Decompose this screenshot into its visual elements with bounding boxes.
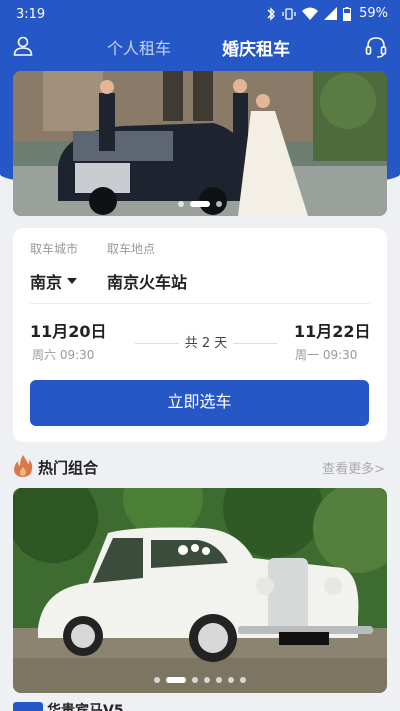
pickup-location-select[interactable]: 南京火车站 — [107, 269, 187, 293]
combo-dot — [216, 677, 222, 683]
signal-icon — [324, 7, 338, 20]
tab-wedding-rental[interactable]: 婚庆租车 — [222, 35, 290, 60]
customer-service-icon[interactable] — [364, 35, 388, 59]
combo-car-image — [13, 488, 387, 693]
combo-badge — [13, 702, 43, 711]
battery-percent: 59% — [359, 6, 388, 21]
user-icon[interactable] — [12, 35, 34, 57]
fire-icon — [14, 455, 33, 477]
top-nav: 个人租车 婚庆租车 — [0, 30, 400, 64]
combo-dot — [154, 677, 160, 683]
rental-duration: 共 2 天 — [131, 332, 281, 351]
pickup-city-select[interactable]: 南京 — [30, 269, 78, 293]
hot-combos-header: 热门组合 查看更多> — [13, 454, 387, 478]
combo-dot — [228, 677, 234, 683]
combo-dot — [166, 677, 186, 683]
caret-down-icon — [67, 278, 78, 284]
banner-dot — [178, 201, 184, 207]
wedding-banner-image — [13, 71, 387, 216]
banner-dot — [216, 201, 222, 207]
start-date[interactable]: 11月20日 — [30, 318, 107, 342]
combo-pagination — [13, 677, 387, 683]
pickup-location-label: 取车地点 — [107, 242, 156, 256]
vibrate-icon — [282, 7, 296, 20]
divider — [30, 303, 370, 304]
start-weekday-time: 周六 09:30 — [32, 348, 95, 362]
battery-icon — [343, 6, 352, 21]
wedding-banner[interactable] — [13, 71, 387, 216]
combo-carousel[interactable] — [13, 488, 387, 693]
banner-dot — [190, 201, 210, 207]
hot-combos-title: 热门组合 — [38, 459, 99, 477]
wifi-icon — [302, 7, 319, 20]
next-combo-title: 华贵宾马V5 — [47, 703, 124, 711]
combo-dot — [204, 677, 210, 683]
status-bar: 3:19 59% — [0, 0, 400, 30]
banner-pagination — [13, 201, 387, 207]
booking-card: 取车城市 取车地点 南京 南京火车站 11月20日 周六 09:30 共 2 天… — [13, 228, 387, 442]
combo-dot — [192, 677, 198, 683]
end-date[interactable]: 11月22日 — [294, 318, 371, 342]
bluetooth-icon — [267, 6, 276, 21]
pickup-city-value: 南京 — [30, 273, 63, 292]
select-car-button[interactable]: 立即选车 — [30, 380, 369, 426]
tab-personal-rental[interactable]: 个人租车 — [107, 35, 171, 59]
next-combo-item[interactable]: 华贵宾马V5 — [13, 700, 387, 711]
status-time: 3:19 — [16, 7, 46, 22]
pickup-city-label: 取车城市 — [30, 242, 79, 256]
end-weekday-time: 周一 09:30 — [295, 348, 358, 362]
combo-dot — [240, 677, 246, 683]
duration-text: 共 2 天 — [184, 336, 228, 351]
view-more-link[interactable]: 查看更多> — [322, 458, 385, 477]
